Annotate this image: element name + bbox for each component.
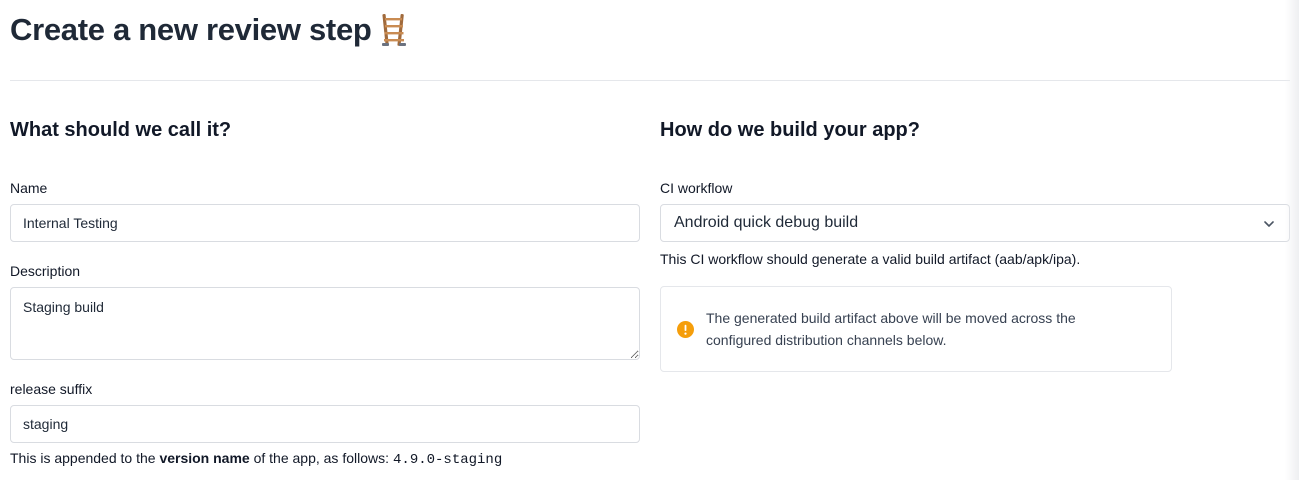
distribution-callout: The generated build artifact above will …: [660, 286, 1172, 372]
ci-workflow-select[interactable]: Android quick debug build: [660, 204, 1290, 242]
release-suffix-label: release suffix: [10, 381, 93, 397]
description-textarea[interactable]: Staging build: [10, 287, 640, 360]
version-example: 4.9.0-staging: [393, 452, 503, 468]
name-input[interactable]: [10, 204, 640, 242]
naming-section: What should we call it? Name Description…: [10, 117, 640, 469]
page-title: Create a new review step: [10, 12, 372, 47]
ci-workflow-selected-value: Android quick debug build: [674, 214, 859, 231]
chevron-down-icon: [1264, 221, 1274, 227]
release-suffix-hint: This is appended to the version name of …: [10, 449, 640, 469]
release-suffix-input[interactable]: [10, 405, 640, 443]
name-field-label: Name: [10, 180, 48, 196]
build-section: How do we build your app? CI workflow An…: [660, 117, 1290, 372]
scroll-edge-shade: [1285, 0, 1299, 480]
page-header: Create a new review step: [10, 12, 408, 48]
page: Create a new review step What should we …: [0, 0, 1299, 480]
header-divider: [10, 80, 1290, 81]
naming-section-heading: What should we call it?: [10, 119, 232, 141]
hint-emphasis: version name: [159, 450, 250, 466]
ci-workflow-label: CI workflow: [660, 180, 733, 196]
hint-prefix: This is appended to the: [10, 450, 160, 466]
warning-icon: [677, 320, 694, 338]
hint-middle: of the app, as follows:: [249, 450, 390, 466]
ladder-icon: [381, 13, 406, 46]
callout-text: The generated build artifact above will …: [706, 310, 1076, 348]
description-field-label: Description: [10, 263, 81, 279]
build-section-heading: How do we build your app?: [660, 119, 920, 141]
ci-workflow-hint: This CI workflow should generate a valid…: [660, 251, 1081, 267]
